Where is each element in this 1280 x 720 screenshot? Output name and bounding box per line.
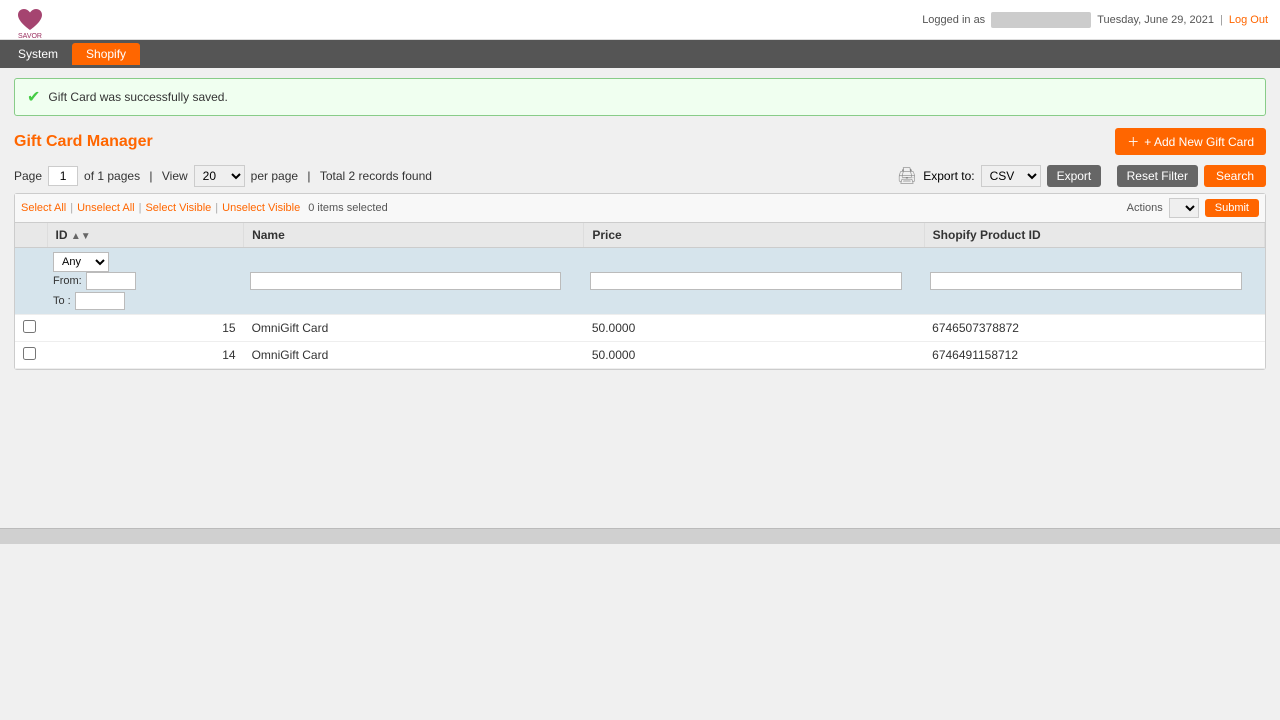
filter-to-input[interactable]	[75, 292, 125, 310]
filter-name-input[interactable]	[250, 272, 562, 290]
filter-shopify-id-cell	[924, 248, 1264, 315]
table-body: 15 OmniGift Card 50.0000 6746507378872 1…	[15, 315, 1265, 369]
row1-name: OmniGift Card	[244, 315, 584, 342]
filter-checkbox-cell	[15, 248, 47, 315]
page-title: Gift Card Manager	[14, 133, 153, 151]
col-id-label: ID	[56, 228, 68, 242]
unselect-visible-link[interactable]: Unselect Visible	[222, 202, 300, 214]
per-page-label: per page	[251, 169, 298, 183]
export-label: Export to:	[923, 169, 974, 183]
pagination-row: Page of 1 pages | View 10 20 50 100 per …	[14, 165, 1266, 187]
sep1: |	[70, 202, 73, 214]
title-row: Gift Card Manager ＋ + Add New Gift Card	[14, 128, 1266, 155]
filter-row: Any From To From: To :	[15, 248, 1265, 315]
success-banner: ✔ Gift Card was successfully saved.	[14, 78, 1266, 116]
view-label: View	[162, 169, 188, 183]
col-checkbox	[15, 223, 47, 248]
submit-button[interactable]: Submit	[1205, 199, 1259, 217]
col-shopify-id: Shopify Product ID	[924, 223, 1264, 248]
row2-id: 14	[47, 342, 244, 369]
total-records-label: Total 2 records found	[320, 169, 432, 183]
row1-checkbox[interactable]	[23, 320, 36, 333]
selection-row: Select All | Unselect All | Select Visib…	[15, 194, 1265, 223]
pagination-left: Page of 1 pages | View 10 20 50 100 per …	[14, 165, 432, 187]
add-icon: ＋	[1127, 133, 1139, 150]
col-id[interactable]: ID ▲▼	[47, 223, 244, 248]
sep3: |	[215, 202, 218, 214]
from-row: From:	[53, 272, 238, 290]
filter-name-cell	[244, 248, 584, 315]
export-button[interactable]: Export	[1047, 165, 1102, 187]
row2-checkbox[interactable]	[23, 347, 36, 360]
sep2: |	[139, 202, 142, 214]
footer-bar	[0, 528, 1280, 544]
row1-checkbox-cell	[15, 315, 47, 342]
col-shopify-id-label: Shopify Product ID	[933, 228, 1041, 242]
row2-price: 50.0000	[584, 342, 924, 369]
col-price-label: Price	[592, 228, 621, 242]
selected-count-label: 0 items selected	[308, 202, 387, 214]
actions-select[interactable]	[1169, 198, 1199, 218]
add-button-label: + Add New Gift Card	[1144, 135, 1254, 149]
nav-tab-system[interactable]: System	[4, 43, 72, 65]
savor-logo: SAVOR	[12, 2, 48, 38]
row1-shopify-product-id: 6746507378872	[924, 315, 1264, 342]
nav-tab-shopify[interactable]: Shopify	[72, 43, 140, 65]
row2-checkbox-cell	[15, 342, 47, 369]
add-new-gift-card-button[interactable]: ＋ + Add New Gift Card	[1115, 128, 1266, 155]
row2-name: OmniGift Card	[244, 342, 584, 369]
nav-bar: System Shopify	[0, 40, 1280, 68]
sort-arrow-id: ▲▼	[71, 231, 91, 242]
success-text: Gift Card was successfully saved.	[48, 90, 227, 104]
row2-shopify-product-id: 6746491158712	[924, 342, 1264, 369]
table-row: 14 OmniGift Card 50.0000 6746491158712	[15, 342, 1265, 369]
filter-from-input[interactable]	[86, 272, 136, 290]
header: SAVOR Logged in as Tuesday, June 29, 202…	[0, 0, 1280, 40]
filter-from-to: From: To :	[53, 272, 238, 310]
select-all-link[interactable]: Select All	[21, 202, 66, 214]
from-label: From:	[53, 275, 82, 287]
per-page-select[interactable]: 10 20 50 100	[194, 165, 245, 187]
table-row: 15 OmniGift Card 50.0000 6746507378872	[15, 315, 1265, 342]
row1-price: 50.0000	[584, 315, 924, 342]
of-pages-label: of 1 pages	[84, 169, 140, 183]
filter-id-cell: Any From To From: To :	[47, 248, 244, 315]
select-visible-link[interactable]: Select Visible	[145, 202, 211, 214]
search-button[interactable]: Search	[1204, 165, 1266, 187]
to-label: To :	[53, 295, 71, 307]
pagination-right: 🖨 Export to: CSV Excel Export Reset Filt…	[897, 165, 1266, 187]
col-name-label: Name	[252, 228, 285, 242]
main-content: ✔ Gift Card was successfully saved. Gift…	[0, 68, 1280, 528]
logged-in-label: Logged in as	[922, 14, 985, 26]
unselect-all-link[interactable]: Unselect All	[77, 202, 134, 214]
username-box	[991, 12, 1091, 28]
logo-area: SAVOR	[12, 2, 48, 38]
svg-text:SAVOR: SAVOR	[18, 33, 42, 38]
filter-any-select[interactable]: Any From To	[53, 252, 109, 272]
actions-label: Actions	[1127, 202, 1163, 214]
col-name: Name	[244, 223, 584, 248]
col-price: Price	[584, 223, 924, 248]
filter-any-cell: Any From To	[53, 252, 238, 272]
export-icon: 🖨	[897, 166, 917, 186]
page-input[interactable]	[48, 166, 78, 186]
logout-link[interactable]: Log Out	[1229, 14, 1268, 26]
filter-shopify-id-input[interactable]	[930, 272, 1242, 290]
page-label: Page	[14, 169, 42, 183]
header-right: Logged in as Tuesday, June 29, 2021 | Lo…	[922, 12, 1268, 28]
data-table: ID ▲▼ Name Price Shopify Product ID	[15, 223, 1265, 369]
table-header-row: ID ▲▼ Name Price Shopify Product ID	[15, 223, 1265, 248]
filter-price-input[interactable]	[590, 272, 902, 290]
filter-price-cell	[584, 248, 924, 315]
header-separator: |	[1220, 14, 1223, 26]
export-format-select[interactable]: CSV Excel	[981, 165, 1041, 187]
header-date: Tuesday, June 29, 2021	[1097, 14, 1214, 26]
to-row: To :	[53, 292, 238, 310]
row1-id: 15	[47, 315, 244, 342]
success-icon: ✔	[27, 87, 40, 107]
reset-filter-button[interactable]: Reset Filter	[1117, 165, 1198, 187]
table-container: Select All | Unselect All | Select Visib…	[14, 193, 1266, 370]
